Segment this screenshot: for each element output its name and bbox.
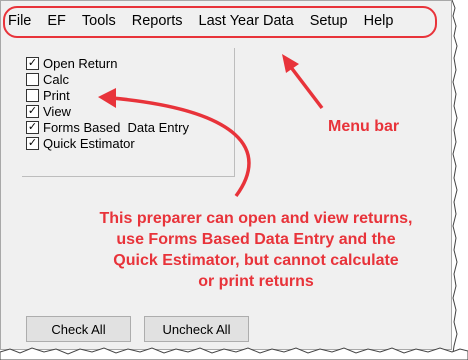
permission-calc[interactable]: Calc [26, 71, 189, 87]
menu-last-year-data[interactable]: Last Year Data [191, 10, 302, 32]
uncheck-all-button[interactable]: Uncheck All [144, 316, 249, 342]
permissions-list: ✓ Open Return Calc Print ✓ View ✓ Forms … [26, 55, 189, 151]
permission-label: Quick Estimator [43, 135, 135, 151]
checkbox-checked-icon[interactable]: ✓ [26, 104, 39, 118]
description-line: or print returns [198, 273, 314, 290]
checkbox-checked-icon[interactable]: ✓ [26, 136, 39, 150]
description-line: use Forms Based Data Entry and the [116, 231, 396, 248]
menu-tools[interactable]: Tools [74, 10, 124, 32]
checkbox-unchecked-icon[interactable] [26, 72, 39, 86]
permission-label: Forms Based Data Entry [43, 119, 189, 135]
permission-label: Print [43, 87, 70, 103]
permission-quick-estimator[interactable]: ✓ Quick Estimator [26, 135, 189, 151]
checkbox-checked-icon[interactable]: ✓ [26, 56, 39, 70]
menu-bar-annotation-label: Menu bar [328, 118, 400, 135]
menu-help[interactable]: Help [356, 10, 402, 32]
permission-label: View [43, 103, 71, 119]
permission-print[interactable]: Print [26, 87, 189, 103]
permission-open-return[interactable]: ✓ Open Return [26, 55, 189, 71]
permission-label: Open Return [43, 55, 118, 71]
description-line: Quick Estimator, but cannot calculate [113, 252, 399, 269]
check-all-button[interactable]: Check All [26, 316, 131, 342]
menu-bar: File EF Tools Reports Last Year Data Set… [4, 10, 401, 32]
menu-setup[interactable]: Setup [302, 10, 356, 32]
menu-reports[interactable]: Reports [124, 10, 191, 32]
checkbox-unchecked-icon[interactable] [26, 88, 39, 102]
torn-edge-right [452, 0, 468, 360]
permission-view[interactable]: ✓ View [26, 103, 189, 119]
menu-ef[interactable]: EF [39, 10, 74, 32]
permission-description: This preparer can open and view returns,… [56, 208, 456, 292]
permission-forms-based-data-entry[interactable]: ✓ Forms Based Data Entry [26, 119, 189, 135]
description-line: This preparer can open and view returns, [99, 210, 413, 227]
menu-file[interactable]: File [4, 10, 39, 32]
checkbox-checked-icon[interactable]: ✓ [26, 120, 39, 134]
permission-label: Calc [43, 71, 70, 87]
torn-edge-bottom [0, 346, 468, 360]
